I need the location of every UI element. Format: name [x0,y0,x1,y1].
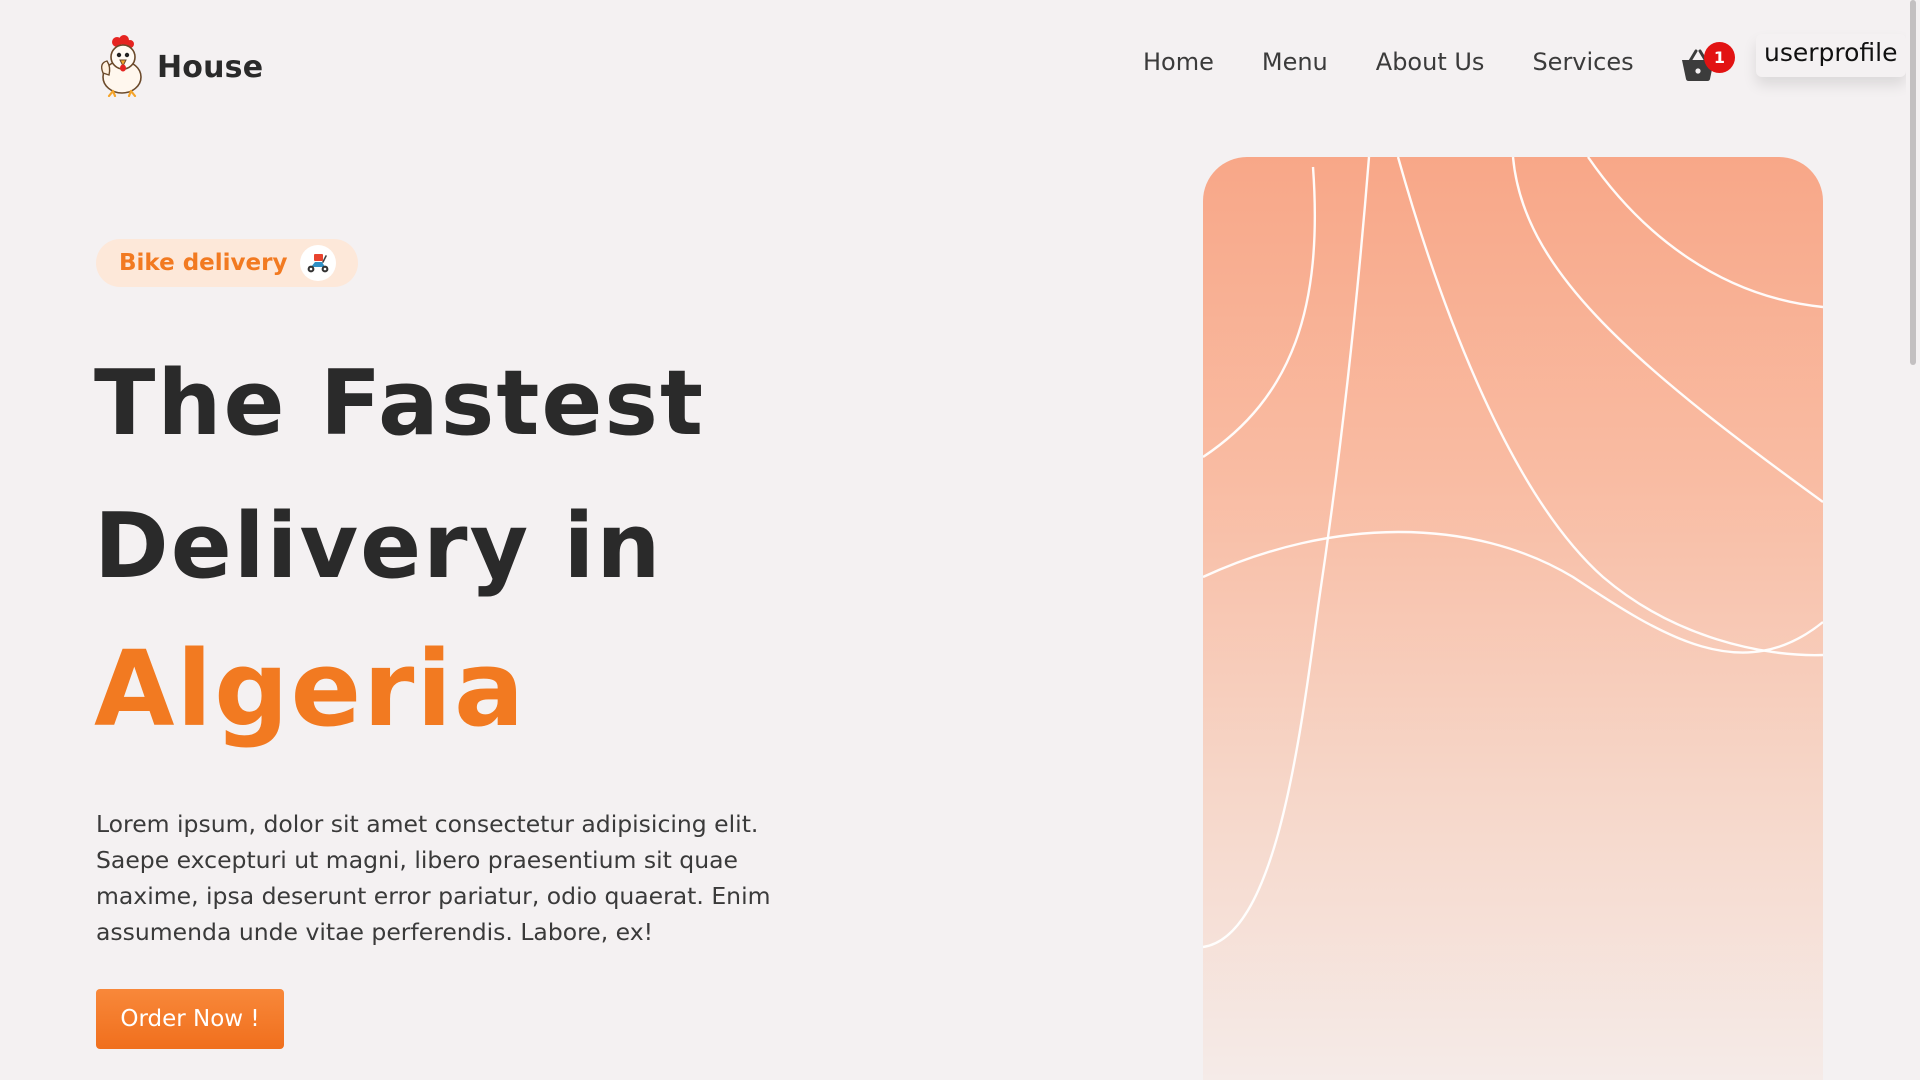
nav-link-about-us[interactable]: About Us [1376,48,1485,76]
chicken-mascot-icon [95,33,147,101]
order-now-button[interactable]: Order Now ! [96,989,284,1049]
brand-name: House [157,49,264,85]
nav-link-home[interactable]: Home [1143,48,1214,76]
headline-line-2: Delivery in [94,494,663,599]
scooter-icon [300,245,337,281]
delivery-badge: Bike delivery [96,239,359,287]
hero-description: Lorem ipsum, dolor sit amet consectetur … [96,810,771,946]
nav-link-menu[interactable]: Menu [1262,48,1328,76]
page-scrollbar[interactable] [1906,0,1920,1080]
brand-logo-link[interactable]: House [95,33,263,101]
headline-accent: Algeria [94,628,527,750]
main-nav: Home Menu About Us Services [1143,48,1682,76]
hero-decorative-panel [1203,157,1823,1080]
delivery-badge-label: Bike delivery [119,250,288,276]
scrollbar-thumb[interactable] [1910,0,1916,365]
user-profile-menu[interactable]: userprofile [1756,34,1906,77]
decorative-line-pattern [1203,157,1823,949]
headline-line-1: The Fastest [94,351,705,456]
cart-count-badge: 1 [1704,42,1735,73]
nav-link-services[interactable]: Services [1532,48,1633,76]
hero-headline: The Fastest Delivery in Algeria [94,332,705,761]
